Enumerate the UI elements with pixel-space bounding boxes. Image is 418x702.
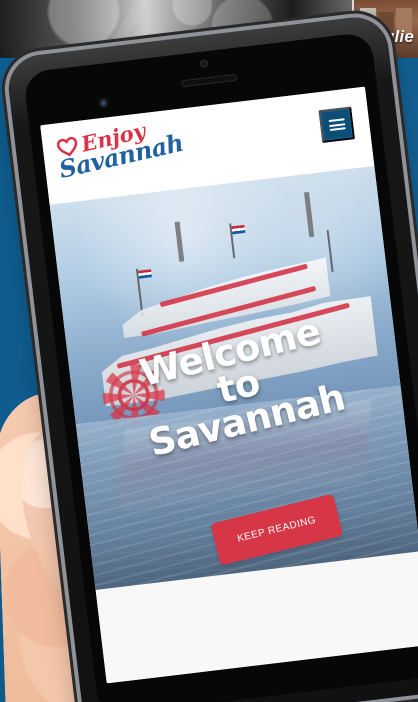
us-flag-icon [231, 224, 246, 235]
hero-section: Welcome to Savannah KEEP READING [49, 166, 418, 591]
camera-dot-icon [199, 59, 209, 68]
site-logo[interactable]: Enjoy Savannah [56, 118, 186, 188]
promo-scene: Julie Enjoy Savannah Welcome to Savannah… [0, 0, 418, 702]
phone-screen: Enjoy Savannah Welcome to Savannah KEEP … [40, 86, 418, 684]
us-flag-icon [138, 269, 152, 279]
menu-button[interactable] [318, 106, 356, 144]
front-camera-icon [97, 97, 110, 110]
speaker-icon [180, 73, 238, 88]
hamburger-icon [328, 118, 346, 132]
